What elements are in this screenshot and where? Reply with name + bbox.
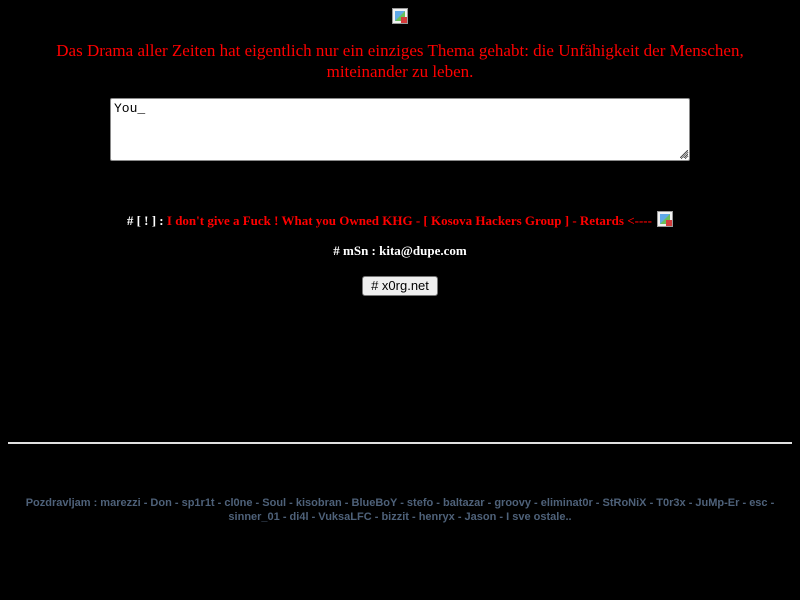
msn-contact: # mSn : kita@dupe.com — [333, 243, 467, 258]
notice-message: I don't give a Fuck ! What you Owned KHG… — [166, 213, 652, 228]
broken-image-icon — [657, 211, 674, 227]
greetings-text: Pozdravljam : marezzi - Don - sp1r1t - c… — [25, 497, 775, 523]
message-textarea[interactable]: You_ — [110, 98, 690, 161]
quote-text: Das Drama aller Zeiten hat eigentlich nu… — [56, 41, 744, 81]
site-link-button[interactable]: # x0rg.net — [362, 276, 438, 296]
notice-line: # [ ! ] : I don't give a Fuck ! What you… — [0, 211, 800, 229]
divider — [8, 442, 792, 444]
broken-image-icon — [392, 8, 408, 24]
notice-prefix: # [ ! ] : — [126, 213, 164, 228]
